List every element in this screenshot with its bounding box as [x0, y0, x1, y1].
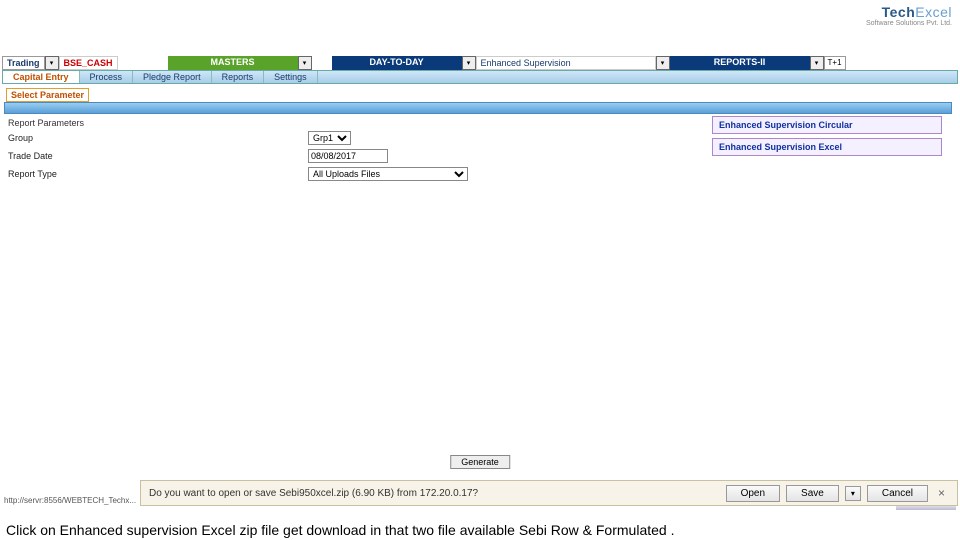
panel-title-bar	[4, 102, 952, 114]
open-button[interactable]: Open	[726, 485, 780, 502]
generate-button[interactable]: Generate	[450, 455, 510, 469]
nav-bse-cash[interactable]: BSE_CASH	[59, 56, 118, 70]
header-spacer	[0, 26, 960, 56]
sub-nav-bar: Capital Entry Process Pledge Report Repo…	[2, 70, 958, 84]
nav-t1[interactable]: T+1	[824, 56, 846, 70]
save-button[interactable]: Save	[786, 485, 839, 502]
report-type-label: Report Type	[8, 169, 128, 179]
nav-trading[interactable]: Trading	[2, 56, 45, 70]
save-dropdown-icon[interactable]: ▾	[845, 486, 861, 501]
cancel-button[interactable]: Cancel	[867, 485, 928, 502]
brand-logo: TechExcel Software Solutions Pvt. Ltd.	[866, 4, 952, 27]
instruction-caption: Click on Enhanced supervision Excel zip …	[6, 522, 954, 538]
side-links-panel: Enhanced Supervision Circular Enhanced S…	[712, 116, 942, 160]
logo-text-a: Tech	[882, 4, 916, 20]
trading-dropdown-icon[interactable]: ▾	[45, 56, 59, 70]
tab-settings[interactable]: Settings	[264, 71, 318, 83]
tab-reports[interactable]: Reports	[212, 71, 265, 83]
reports2-dropdown-icon[interactable]: ▾	[810, 56, 824, 70]
close-icon[interactable]: ×	[934, 486, 949, 500]
trade-date-input[interactable]	[308, 149, 388, 163]
link-enhanced-circular[interactable]: Enhanced Supervision Circular	[712, 116, 942, 134]
nav-enhanced-supervision[interactable]: Enhanced Supervision	[476, 56, 656, 70]
status-bar-text: http://servr:8556/WEBTECH_Techx...	[2, 495, 138, 506]
nav-masters[interactable]: MASTERS	[168, 56, 298, 70]
masters-dropdown-icon[interactable]: ▾	[298, 56, 312, 70]
report-type-select[interactable]: All Uploads Files	[308, 167, 468, 181]
tab-process[interactable]: Process	[80, 71, 134, 83]
top-nav-bar: Trading ▾ BSE_CASH MASTERS ▾ DAY-TO-DAY …	[2, 56, 958, 70]
logo-tagline: Software Solutions Pvt. Ltd.	[866, 20, 952, 27]
trade-date-label: Trade Date	[8, 151, 128, 161]
tab-pledge-report[interactable]: Pledge Report	[133, 71, 212, 83]
link-enhanced-excel[interactable]: Enhanced Supervision Excel	[712, 138, 942, 156]
enhanced-dropdown-icon[interactable]: ▾	[656, 56, 670, 70]
logo-text-b: Excel	[915, 4, 952, 20]
daytoday-dropdown-icon[interactable]: ▾	[462, 56, 476, 70]
group-label: Group	[8, 133, 128, 143]
nav-reports-ii[interactable]: REPORTS-II	[670, 56, 810, 70]
taskbar-fragment	[896, 506, 956, 510]
nav-day-to-day[interactable]: DAY-TO-DAY	[332, 56, 462, 70]
tab-capital-entry[interactable]: Capital Entry	[3, 71, 80, 83]
group-select[interactable]: Grp1	[308, 131, 351, 145]
select-parameter-button[interactable]: Select Parameter	[6, 88, 89, 102]
download-prompt-text: Do you want to open or save Sebi950xcel.…	[149, 488, 720, 499]
download-notification-bar: Do you want to open or save Sebi950xcel.…	[140, 480, 958, 506]
